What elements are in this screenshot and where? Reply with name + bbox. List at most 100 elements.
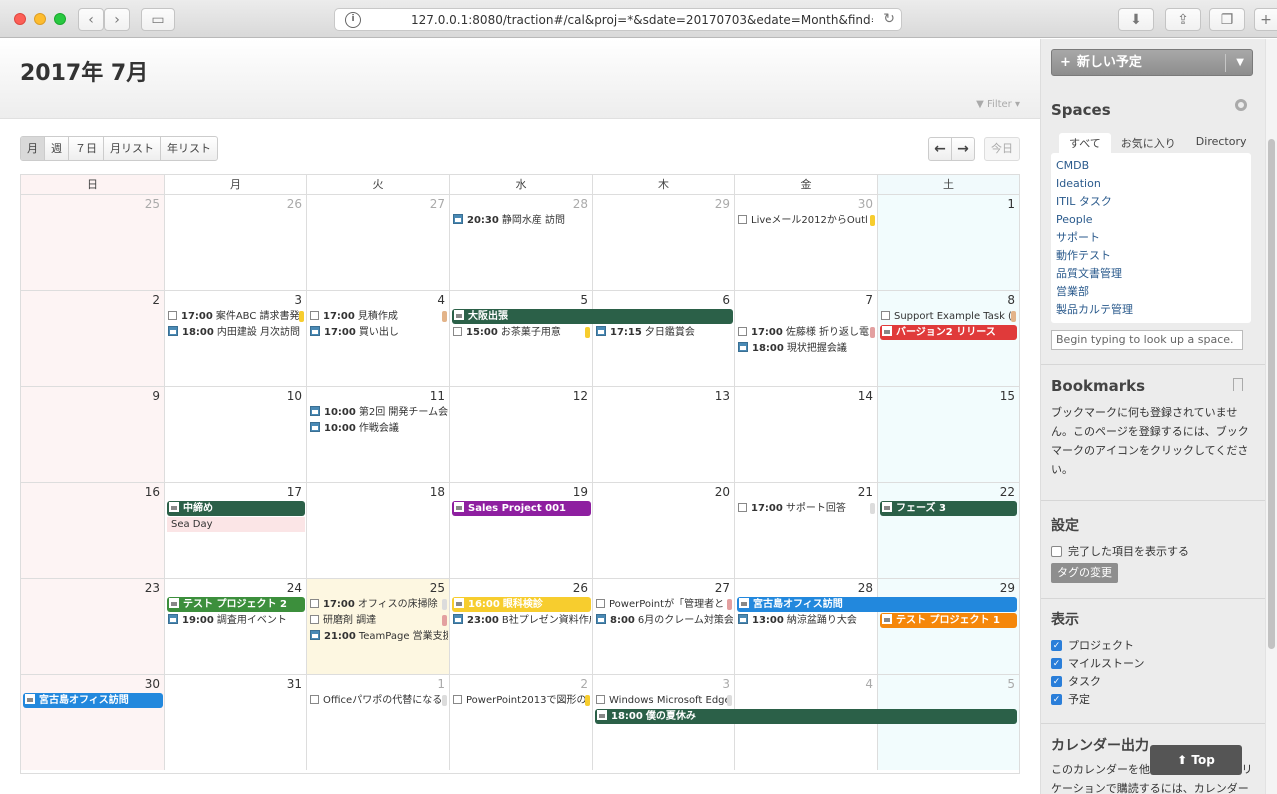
url-text[interactable]: 127.0.0.1:8080/traction#/cal&proj=*&sdat…: [411, 13, 873, 27]
day-cell-mon[interactable]: 31: [165, 675, 307, 770]
check-icon[interactable]: ✓: [1051, 693, 1062, 705]
day-number[interactable]: 13: [715, 389, 730, 403]
task-item[interactable]: 17:00 見積作成: [309, 309, 448, 324]
sidebar-toggle-button[interactable]: ▭: [141, 8, 175, 31]
space-item[interactable]: People: [1056, 211, 1246, 229]
space-item[interactable]: 製品カルテ管理: [1056, 301, 1246, 319]
tab-month[interactable]: 月: [21, 137, 45, 160]
task-item[interactable]: 17:00 佐藤様 折り返し電: [737, 325, 876, 340]
task-checkbox[interactable]: [596, 599, 605, 608]
day-number[interactable]: 10: [287, 389, 302, 403]
day-number[interactable]: 16: [145, 485, 160, 499]
day-cell-sun[interactable]: 23: [21, 579, 165, 675]
task-checkbox[interactable]: [310, 615, 319, 624]
calendar-event[interactable]: 20:30 静岡水産 訪問: [452, 213, 591, 228]
task-checkbox[interactable]: [310, 695, 319, 704]
day-number[interactable]: 27: [430, 197, 445, 211]
calendar-event[interactable]: 18:00 現状把握会議: [737, 341, 876, 356]
task-checkbox[interactable]: [738, 503, 747, 512]
forward-button[interactable]: ›: [104, 8, 130, 31]
minimize-window-button[interactable]: [34, 13, 46, 25]
task-item[interactable]: Officeパワポの代替になる: [309, 693, 448, 708]
scrollbar-thumb[interactable]: [1268, 139, 1275, 649]
day-cell-fri[interactable]: 14: [735, 387, 878, 483]
task-checkbox[interactable]: [881, 311, 890, 320]
space-item[interactable]: サポート: [1056, 229, 1246, 247]
day-number[interactable]: 2: [152, 293, 160, 307]
sidebar-scrollbar[interactable]: [1265, 39, 1277, 794]
space-tab-directory[interactable]: Directory: [1186, 133, 1257, 154]
downloads-button[interactable]: ⬇: [1118, 8, 1154, 31]
task-checkbox[interactable]: [453, 327, 462, 336]
day-cell-tue[interactable]: 18: [307, 483, 450, 579]
day-number[interactable]: 30: [145, 677, 160, 691]
day-number[interactable]: 22: [1000, 485, 1015, 499]
day-cell-tue[interactable]: 1: [307, 675, 450, 770]
day-cell-sat[interactable]: 22: [878, 483, 1019, 579]
day-number[interactable]: 15: [1000, 389, 1015, 403]
display-events-checkbox[interactable]: ✓ 予定: [1051, 691, 1090, 707]
day-number[interactable]: 28: [858, 581, 873, 595]
day-cell-wed[interactable]: 12: [450, 387, 593, 483]
display-milestones-checkbox[interactable]: ✓ マイルストーン: [1051, 655, 1144, 671]
day-cell-fri[interactable]: 21: [735, 483, 878, 579]
new-tab-button[interactable]: +: [1254, 8, 1277, 31]
day-cell-wed[interactable]: 2: [450, 675, 593, 770]
calendar-event[interactable]: 23:00 B社プレゼン資料作成: [452, 613, 591, 628]
show-completed-checkbox[interactable]: 完了した項目を表示する: [1051, 543, 1189, 559]
bookmark-icon[interactable]: [1233, 378, 1243, 391]
day-cell-sat[interactable]: 15: [878, 387, 1019, 483]
day-number[interactable]: 26: [287, 197, 302, 211]
day-cell-fri[interactable]: 30: [735, 195, 878, 291]
calendar-event[interactable]: 8:00 6月のクレーム対策会: [595, 613, 733, 628]
scroll-top-button[interactable]: ⬆ Top: [1150, 745, 1242, 775]
calendar-event[interactable]: 18:00 内田建設 月次訪問: [167, 325, 305, 340]
day-cell-sun[interactable]: 16: [21, 483, 165, 579]
space-item[interactable]: ITIL タスク: [1056, 193, 1246, 211]
day-number[interactable]: 5: [1007, 677, 1015, 691]
space-item[interactable]: 品質文書管理: [1056, 265, 1246, 283]
day-cell-mon[interactable]: 26: [165, 195, 307, 291]
tab-week[interactable]: 週: [45, 137, 69, 160]
space-tab-all[interactable]: すべて: [1059, 133, 1111, 154]
calendar-event[interactable]: 10:00 作戦会議: [309, 421, 448, 436]
day-number[interactable]: 29: [715, 197, 730, 211]
calendar-event[interactable]: 中締め: [167, 501, 305, 516]
task-item[interactable]: 研磨剤 調達: [309, 613, 448, 628]
task-item[interactable]: PowerPointが「管理者と: [595, 597, 733, 612]
back-button[interactable]: ‹: [78, 8, 104, 31]
day-number[interactable]: 25: [145, 197, 160, 211]
space-item[interactable]: 動作テスト: [1056, 247, 1246, 265]
tab-7days[interactable]: ７日: [69, 137, 104, 160]
day-cell-thu[interactable]: 20: [593, 483, 735, 579]
calendar-event[interactable]: Sea Day: [167, 517, 305, 532]
day-number[interactable]: 25: [430, 581, 445, 595]
display-tasks-checkbox[interactable]: ✓ タスク: [1051, 673, 1101, 689]
space-item[interactable]: CMDB: [1056, 157, 1246, 175]
task-checkbox[interactable]: [453, 695, 462, 704]
check-icon[interactable]: ✓: [1051, 639, 1062, 651]
chevron-down-icon[interactable]: ▼: [1236, 50, 1244, 75]
day-number[interactable]: 11: [430, 389, 445, 403]
day-number[interactable]: 17: [287, 485, 302, 499]
task-checkbox[interactable]: [738, 327, 747, 336]
space-tab-favorites[interactable]: お気に入り: [1111, 133, 1186, 154]
prev-month-button[interactable]: ←: [928, 137, 952, 161]
day-cell-sun[interactable]: 30: [21, 675, 165, 770]
calendar-event[interactable]: 10:00 第2回 開発チーム会: [309, 405, 448, 420]
task-item[interactable]: 17:00 案件ABC 請求書発: [167, 309, 305, 324]
space-item[interactable]: Ideation: [1056, 175, 1246, 193]
calendar-event[interactable]: テスト プロジェクト 1: [880, 613, 1017, 628]
day-cell-thu[interactable]: 29: [593, 195, 735, 291]
day-number[interactable]: 3: [294, 293, 302, 307]
task-item[interactable]: Support Example Task (: [880, 309, 1017, 324]
task-checkbox[interactable]: [596, 695, 605, 704]
day-cell-sun[interactable]: 25: [21, 195, 165, 291]
day-number[interactable]: 20: [715, 485, 730, 499]
check-icon[interactable]: ✓: [1051, 657, 1062, 669]
filter-dropdown[interactable]: ▼ Filter ▾: [976, 99, 1020, 110]
calendar-event[interactable]: 13:00 納涼盆踊り大会: [737, 613, 876, 628]
task-item[interactable]: Liveメール2012からOutl: [737, 213, 876, 228]
day-cell-wed[interactable]: 28: [450, 195, 593, 291]
day-number[interactable]: 29: [1000, 581, 1015, 595]
